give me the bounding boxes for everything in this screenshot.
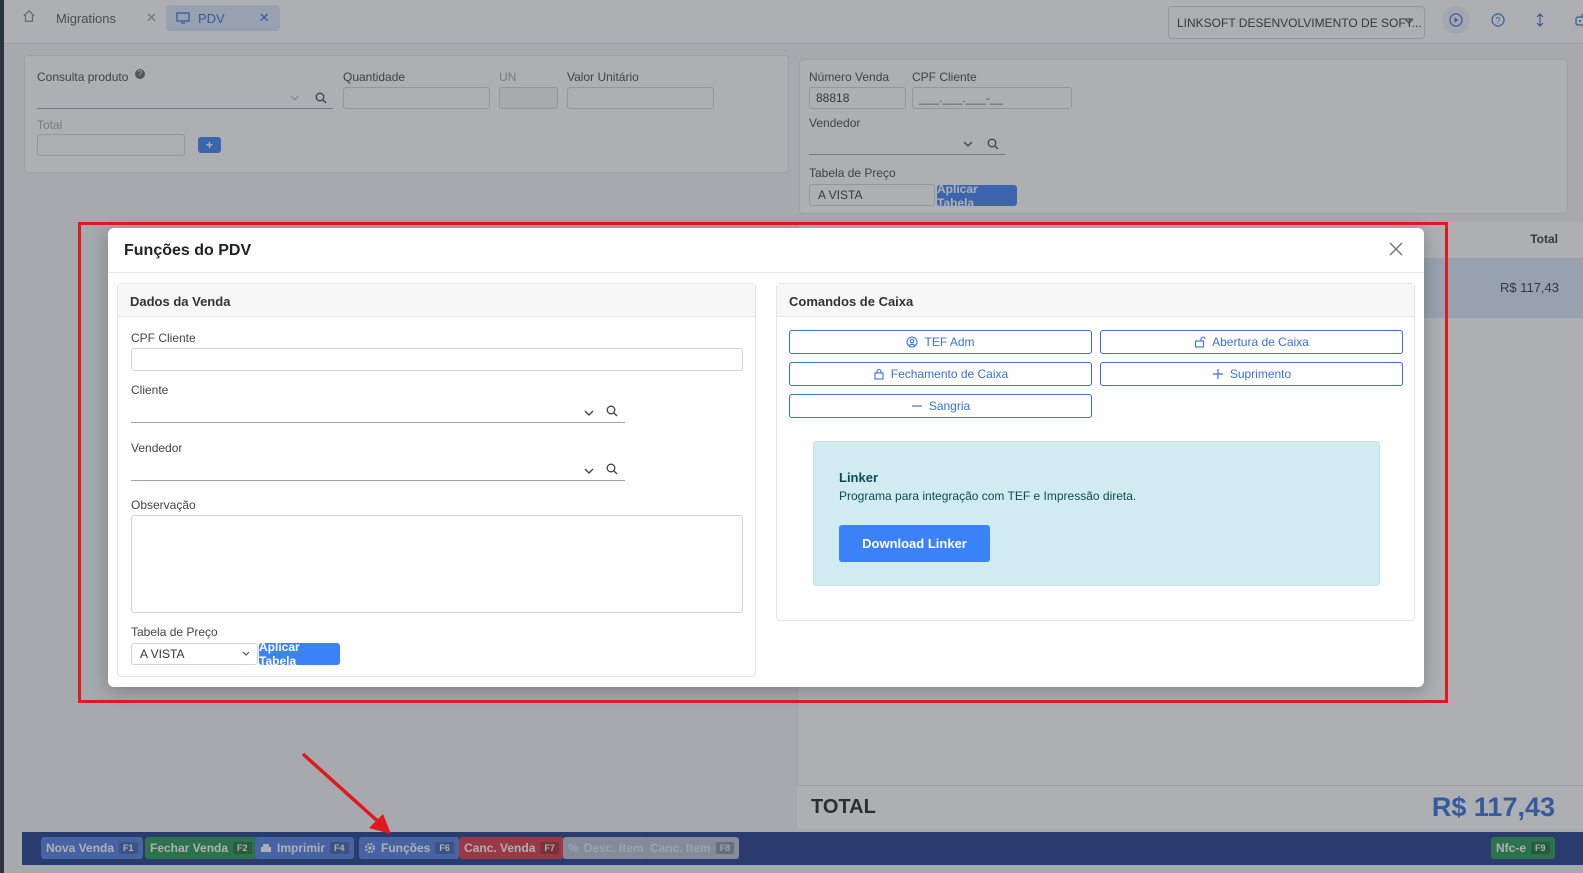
lock-icon [874,368,884,380]
plus-icon [1212,369,1223,379]
button-label: Suprimento [1229,367,1292,381]
observacao-label: Observação [131,498,196,512]
tabela-preco-label: Tabela de Preço [131,625,218,639]
cliente-label: Cliente [131,383,169,397]
comandos-caixa-panel: Comandos de Caixa TEF Adm Abertura de Ca… [776,283,1415,621]
sangria-button[interactable]: Sangria [789,394,1092,418]
button-label: Abertura de Caixa [1212,335,1309,349]
chevron-down-icon [584,468,594,474]
dados-venda-panel: Dados da Venda CPF Cliente Cliente Vende… [117,283,756,677]
tef-adm-button[interactable]: TEF Adm [789,330,1092,354]
cpf-cliente-label: CPF Cliente [131,331,196,345]
chevron-down-icon [584,410,594,416]
close-icon[interactable] [1387,240,1405,258]
modal-divider [108,272,1424,273]
cpf-cliente-input[interactable] [131,348,743,371]
cliente-select[interactable] [131,400,625,423]
linker-title: Linker [839,470,879,485]
modal-title: Funções do PDV [124,242,252,259]
unlock-icon [1195,336,1206,348]
observacao-textarea[interactable] [131,515,743,613]
comandos-caixa-title: Comandos de Caixa [777,284,1414,317]
vendedor-label: Vendedor [131,441,183,455]
button-label: Fechamento de Caixa [890,367,1009,381]
button-label: Sangria [928,399,971,413]
funcoes-modal: Funções do PDV Dados da Venda CPF Client… [108,228,1424,687]
chevron-down-icon [242,651,250,656]
dados-venda-title: Dados da Venda [118,284,755,317]
fechamento-caixa-button[interactable]: Fechamento de Caixa [789,362,1092,386]
search-icon[interactable] [606,463,618,475]
linker-description: Programa para integração com TEF e Impre… [839,489,1137,503]
tabela-preco-select[interactable]: A VISTA [131,643,258,665]
linker-alert: Linker Programa para integração com TEF … [813,441,1380,586]
aplicar-tabela-button[interactable]: Aplicar Tabela [259,640,340,668]
search-icon[interactable] [606,405,618,417]
abertura-caixa-button[interactable]: Abertura de Caixa [1100,330,1403,354]
user-circle-icon [906,336,919,348]
suprimento-button[interactable]: Suprimento [1100,362,1403,386]
minus-icon [911,405,922,407]
download-linker-button[interactable]: Download Linker [839,525,990,562]
vendedor-select[interactable] [131,458,625,481]
tabela-preco-value: A VISTA [140,647,185,661]
button-label: TEF Adm [924,335,975,349]
